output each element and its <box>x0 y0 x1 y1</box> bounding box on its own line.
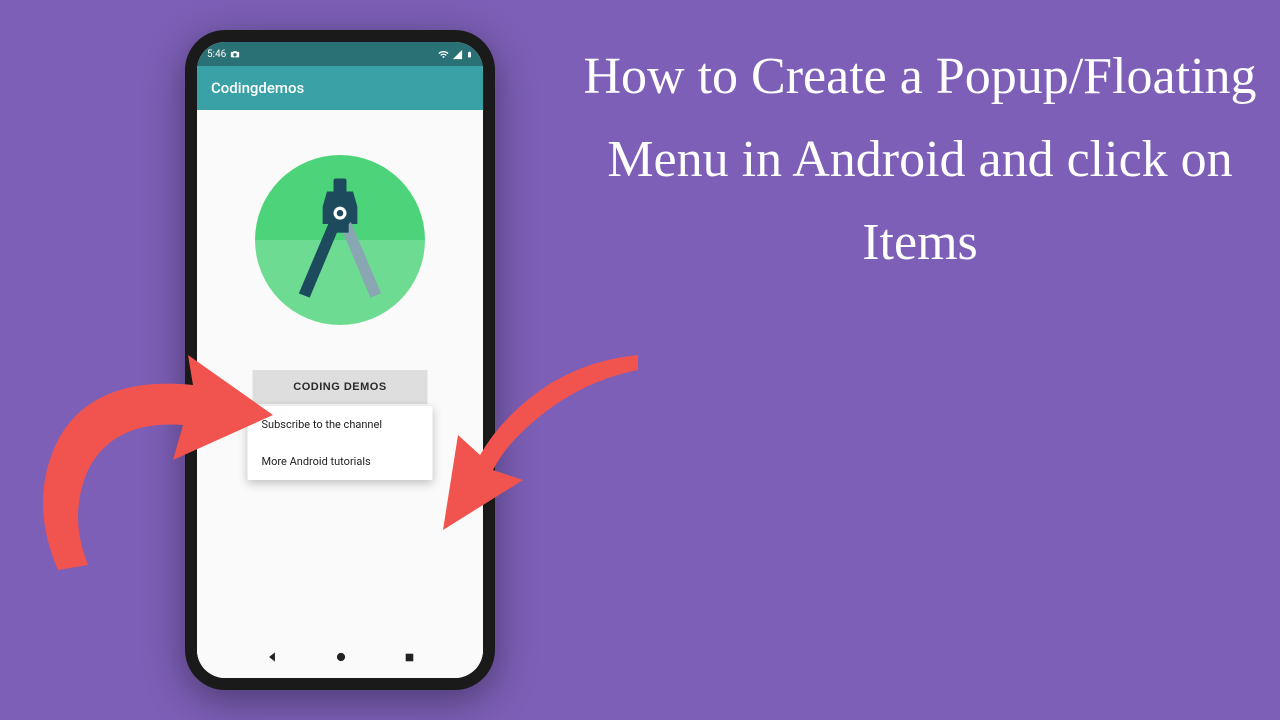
navigation-bar <box>197 638 483 678</box>
signal-icon <box>452 49 463 60</box>
app-title: Codingdemos <box>211 79 304 97</box>
status-bar: 5:46 <box>197 42 483 66</box>
popup-item-subscribe[interactable]: Subscribe to the channel <box>248 406 433 443</box>
coding-demos-button[interactable]: CODING DEMOS <box>253 370 428 404</box>
wifi-icon <box>438 49 449 60</box>
popup-menu: Subscribe to the channel More Android tu… <box>248 406 433 480</box>
phone-frame: 5:46 Codingdemos <box>185 30 495 690</box>
popup-item-label: Subscribe to the channel <box>262 418 383 431</box>
thumbnail-title: How to Create a Popup/Floating Menu in A… <box>580 35 1260 285</box>
button-label: CODING DEMOS <box>293 381 386 393</box>
phone-screen: 5:46 Codingdemos <box>197 42 483 678</box>
android-studio-logo <box>255 155 425 325</box>
popup-item-more-tutorials[interactable]: More Android tutorials <box>248 443 433 480</box>
battery-icon <box>466 49 473 60</box>
home-icon[interactable] <box>334 649 348 668</box>
compass-icon <box>275 172 405 302</box>
status-left: 5:46 <box>207 49 240 60</box>
content-area: CODING DEMOS Subscribe to the channel Mo… <box>197 110 483 638</box>
status-right <box>438 49 473 60</box>
app-bar: Codingdemos <box>197 66 483 110</box>
camera-icon <box>230 49 240 59</box>
back-icon[interactable] <box>265 649 279 668</box>
status-time: 5:46 <box>207 49 226 60</box>
recents-icon[interactable] <box>403 649 416 668</box>
popup-item-label: More Android tutorials <box>262 455 371 468</box>
